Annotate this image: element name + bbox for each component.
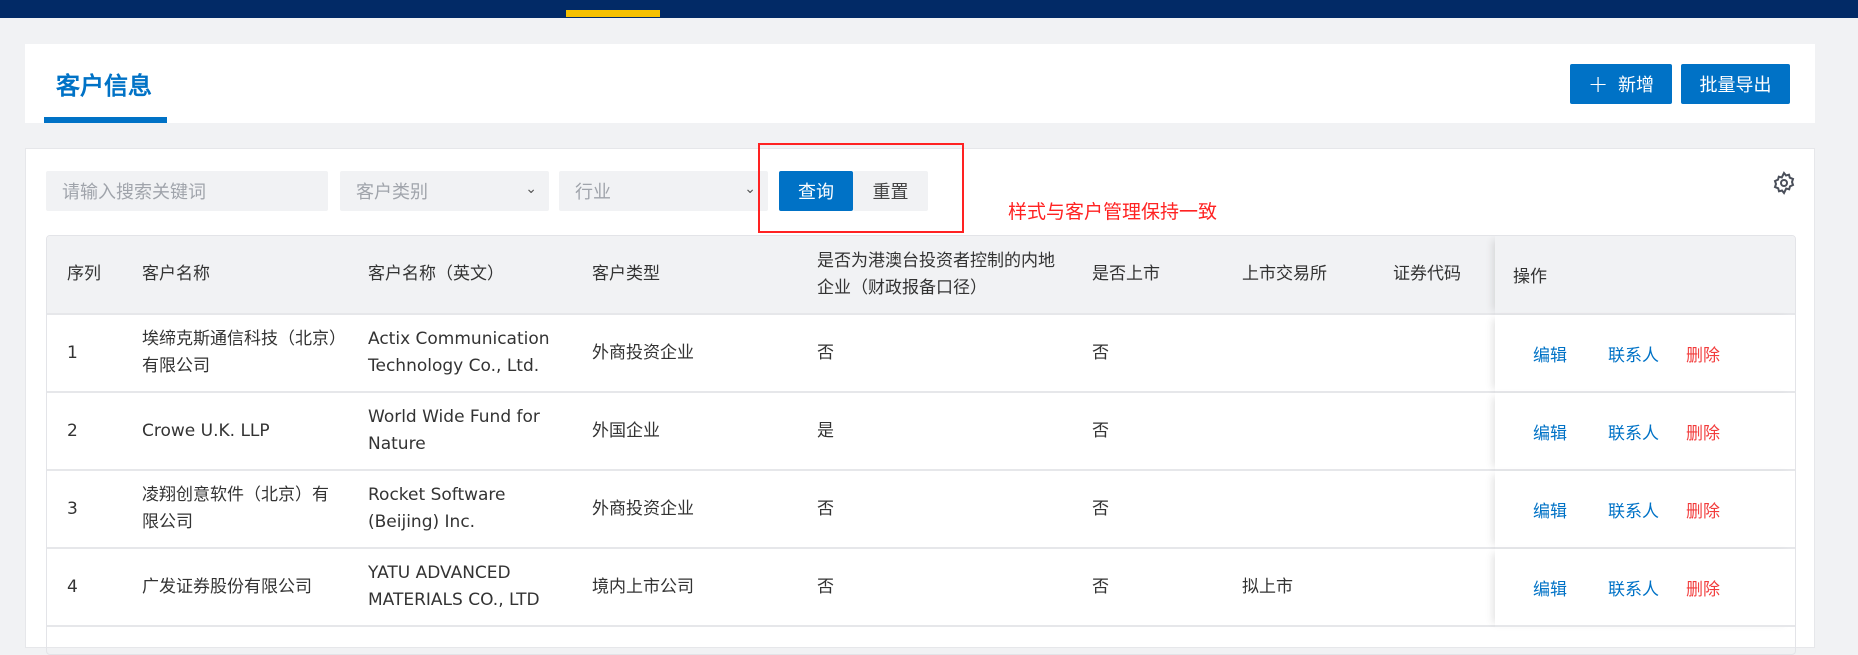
table-cell: 否 — [1092, 498, 1109, 519]
table-cell: 4 — [67, 576, 78, 597]
export-button[interactable]: 批量导出 — [1681, 64, 1790, 104]
delete-link[interactable]: 删除 — [1686, 341, 1720, 366]
table-cell: 否 — [1092, 342, 1109, 363]
add-button[interactable]: + 新增 — [1570, 64, 1672, 104]
top-nav-bar — [0, 0, 1858, 18]
col-header[interactable]: 客户名称（英文） — [348, 236, 572, 313]
gear-icon[interactable] — [1772, 171, 1796, 195]
row-actions: 编辑 联系人 删除 — [1495, 315, 1795, 393]
plus-icon: + — [1587, 70, 1609, 98]
table-row: 4 广发证券股份有限公司 YATU ADVANCED MATERIALS CO., … — [47, 549, 1495, 627]
contacts-link[interactable]: 联系人 — [1608, 497, 1659, 522]
table-cell — [1222, 393, 1373, 469]
table-cell: 否 — [817, 342, 834, 363]
table-cell: 否 — [1092, 576, 1109, 597]
table-cell: 广发证券股份有限公司 — [142, 576, 312, 597]
annotation-highlight-box — [758, 143, 964, 233]
table-cell: Actix Communication Technology Co., Ltd. — [368, 329, 550, 376]
table-cell: Rocket Software (Beijing) Inc. — [368, 485, 506, 532]
contacts-link[interactable]: 联系人 — [1608, 419, 1659, 444]
row-actions: 编辑 联系人 删除 — [1495, 393, 1795, 471]
edit-link[interactable]: 编辑 — [1533, 341, 1567, 366]
table-header: 序列 客户名称 客户名称（英文） 客户类型 是否为港澳台投资者控制的内地企业（财… — [47, 236, 1495, 315]
table-cell — [1373, 471, 1495, 547]
delete-link[interactable]: 删除 — [1686, 419, 1720, 444]
customer-type-placeholder: 客户类别 — [356, 182, 428, 203]
table-cell — [1373, 393, 1495, 469]
table-cell: 2 — [67, 420, 78, 441]
table-cell: YATU ADVANCED MATERIALS CO., LTD — [368, 563, 540, 610]
edit-link[interactable]: 编辑 — [1533, 497, 1567, 522]
table-cell: 1 — [67, 342, 78, 363]
search-input[interactable]: 请输入搜索关键词 — [46, 171, 328, 211]
table-row: 1 埃缔克斯通信科技（北京）有限公司 Actix Communication Tec… — [47, 315, 1495, 393]
table-cell: Crowe U.K. LLP — [142, 420, 270, 441]
table-row: 3 凌翔创意软件（北京）有限公司 Rocket Software (Beijing)… — [47, 471, 1495, 549]
table-cell: 否 — [1092, 420, 1109, 441]
col-header[interactable]: 上市交易所 — [1222, 236, 1373, 313]
col-header[interactable]: 客户类型 — [572, 236, 797, 313]
contacts-link[interactable]: 联系人 — [1608, 341, 1659, 366]
table-cell: 拟上市 — [1242, 576, 1293, 597]
col-header[interactable]: 客户名称 — [122, 236, 348, 313]
annotation-note: 样式与客户管理保持一致 — [1008, 201, 1218, 223]
table-cell: 外国企业 — [592, 420, 660, 441]
industry-placeholder: 行业 — [575, 182, 611, 203]
active-nav-indicator — [566, 10, 660, 17]
col-header[interactable]: 是否为港澳台投资者控制的内地企业（财政报备口径） — [797, 236, 1072, 313]
col-header[interactable]: 序列 — [47, 236, 122, 313]
page-title: 客户信息 — [56, 72, 152, 100]
table-row: 2 Crowe U.K. LLP World Wide Fund for Natur… — [47, 393, 1495, 471]
table-cell: 外商投资企业 — [592, 498, 694, 519]
contacts-link[interactable]: 联系人 — [1608, 575, 1659, 600]
edit-link[interactable]: 编辑 — [1533, 419, 1567, 444]
table-cell — [1222, 471, 1373, 547]
edit-link[interactable]: 编辑 — [1533, 575, 1567, 600]
table-cell: 3 — [67, 498, 78, 519]
table-cell — [1373, 315, 1495, 391]
table-cell: 外商投资企业 — [592, 342, 694, 363]
industry-select[interactable]: 行业 ⌄ — [559, 171, 768, 211]
page-header: 客户信息 + 新增 批量导出 — [25, 44, 1815, 123]
customer-type-select[interactable]: 客户类别 ⌄ — [340, 171, 549, 211]
customer-table: 序列 客户名称 客户名称（英文） 客户类型 是否为港澳台投资者控制的内地企业（财… — [46, 235, 1796, 655]
delete-link[interactable]: 删除 — [1686, 497, 1720, 522]
title-underline — [44, 117, 167, 123]
table-cell — [1222, 315, 1373, 391]
table-cell: 境内上市公司 — [592, 576, 694, 597]
table-cell: World Wide Fund for Nature — [368, 407, 540, 454]
add-label: 新增 — [1618, 75, 1655, 96]
table-cell: 否 — [817, 576, 834, 597]
delete-link[interactable]: 删除 — [1686, 575, 1720, 600]
col-header[interactable]: 是否上市 — [1072, 236, 1222, 313]
table-cell: 是 — [817, 420, 834, 441]
table-cell: 埃缔克斯通信科技（北京）有限公司 — [142, 329, 338, 376]
row-actions: 编辑 联系人 删除 — [1495, 471, 1795, 549]
col-header[interactable]: 证券代码 — [1373, 236, 1495, 313]
table-cell — [1373, 549, 1495, 625]
table-cell: 凌翔创意软件（北京）有限公司 — [142, 485, 329, 532]
chevron-down-icon: ⌄ — [525, 181, 537, 197]
chevron-down-icon: ⌄ — [744, 181, 756, 197]
main-card: 请输入搜索关键词 客户类别 ⌄ 行业 ⌄ 查询 重置 样式与客户管理保持一致 序列 … — [25, 143, 1815, 655]
row-actions: 编辑 联系人 删除 — [1495, 549, 1795, 627]
table-cell: 否 — [817, 498, 834, 519]
col-header-actions: 操作 — [1495, 236, 1795, 315]
